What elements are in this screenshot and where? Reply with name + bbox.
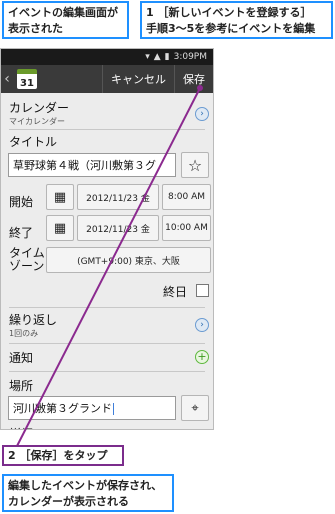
location-input[interactable]: 河川敷第３グランド: [8, 396, 176, 420]
repeat-selector[interactable]: 繰り返し 1回のみ ›: [1, 311, 213, 341]
callout-result: 編集したイベントが保存され、カレンダーが表示される: [2, 474, 174, 512]
end-date-button[interactable]: 2012/11/23 金: [77, 215, 159, 241]
repeat-value: 1回のみ: [9, 329, 39, 338]
start-calendar-button[interactable]: ▦: [46, 184, 74, 210]
callout-step-2-text: 2 ［保存］をタップ: [8, 449, 108, 462]
repeat-label: 繰り返し: [9, 313, 58, 327]
start-label: 開始: [9, 195, 34, 209]
end-time-button[interactable]: 10:00 AM: [162, 215, 211, 241]
calendar-grid-icon: ▦: [53, 220, 67, 236]
cancel-button[interactable]: キャンセル: [102, 65, 174, 93]
chevron-right-icon: ›: [195, 318, 209, 332]
callout-screen-shown-text: イベントの編集画面が表示された: [8, 6, 118, 35]
details-section: 詳細: [1, 425, 213, 429]
title-label: タイトル: [9, 135, 58, 149]
location-value: 河川敷第３グランド: [13, 402, 112, 415]
calendar-value: マイカレンダー: [9, 117, 65, 126]
calendar-app-icon[interactable]: 31: [17, 69, 37, 89]
back-icon[interactable]: ‹: [1, 71, 13, 87]
location-label: 場所: [9, 379, 34, 393]
action-bar: ‹ 31 キャンセル 保存: [1, 65, 213, 93]
status-time: 3:09PM: [173, 52, 207, 62]
details-label: 詳細: [9, 425, 207, 429]
favorite-button[interactable]: ☆: [181, 152, 209, 178]
callout-step-1-line2: 手順3～5を参考にイベントを編集: [146, 22, 316, 35]
title-input[interactable]: 草野球第４戦（河川敷第３グ: [8, 153, 176, 177]
callout-result-text: 編集したイベントが保存され、カレンダーが表示される: [8, 479, 163, 508]
location-section: 場所: [1, 377, 213, 394]
add-notification-icon[interactable]: +: [195, 350, 209, 364]
callout-step-1: 1 ［新しいイベントを登録する］ 手順3～5を参考にイベントを編集: [140, 1, 333, 39]
divider: [9, 343, 205, 344]
end-label: 終了: [9, 226, 34, 240]
timezone-button[interactable]: (GMT+9:00) 東京、大阪: [46, 247, 211, 273]
calendar-grid-icon: ▦: [53, 189, 67, 205]
divider: [9, 307, 205, 308]
callout-step-1-line1: 1 ［新しいイベントを登録する］: [146, 6, 312, 19]
title-section: タイトル: [1, 133, 213, 150]
star-icon: ☆: [187, 155, 203, 175]
allday-label: 終日: [163, 285, 188, 299]
signal-icon: ▲: [153, 52, 161, 62]
save-button[interactable]: 保存: [174, 65, 213, 93]
end-calendar-button[interactable]: ▦: [46, 215, 74, 241]
start-date-button[interactable]: 2012/11/23 金: [77, 184, 159, 210]
map-pin-icon: ⌖: [191, 400, 199, 416]
calendar-selector[interactable]: カレンダー マイカレンダー ›: [1, 99, 213, 129]
divider: [9, 371, 205, 372]
chevron-right-icon: ›: [195, 107, 209, 121]
notify-section: 通知 +: [1, 349, 213, 369]
calendar-app-day: 31: [20, 78, 34, 89]
allday-checkbox[interactable]: [196, 284, 209, 297]
callout-screen-shown: イベントの編集画面が表示された: [2, 1, 129, 39]
start-time-button[interactable]: 8:00 AM: [162, 184, 211, 210]
notify-label: 通知: [9, 351, 34, 365]
phone-screen: ▾ ▲ ▮ 3:09PM ‹ 31 キャンセル 保存 カレンダー マイカレンダー…: [0, 48, 214, 430]
map-button[interactable]: ⌖: [181, 395, 209, 421]
battery-icon: ▮: [164, 52, 170, 62]
callout-step-2: 2 ［保存］をタップ: [2, 445, 124, 466]
divider: [9, 129, 205, 130]
status-bar: ▾ ▲ ▮ 3:09PM: [1, 49, 213, 65]
calendar-label: カレンダー: [9, 101, 70, 115]
wifi-icon: ▾: [145, 52, 150, 62]
